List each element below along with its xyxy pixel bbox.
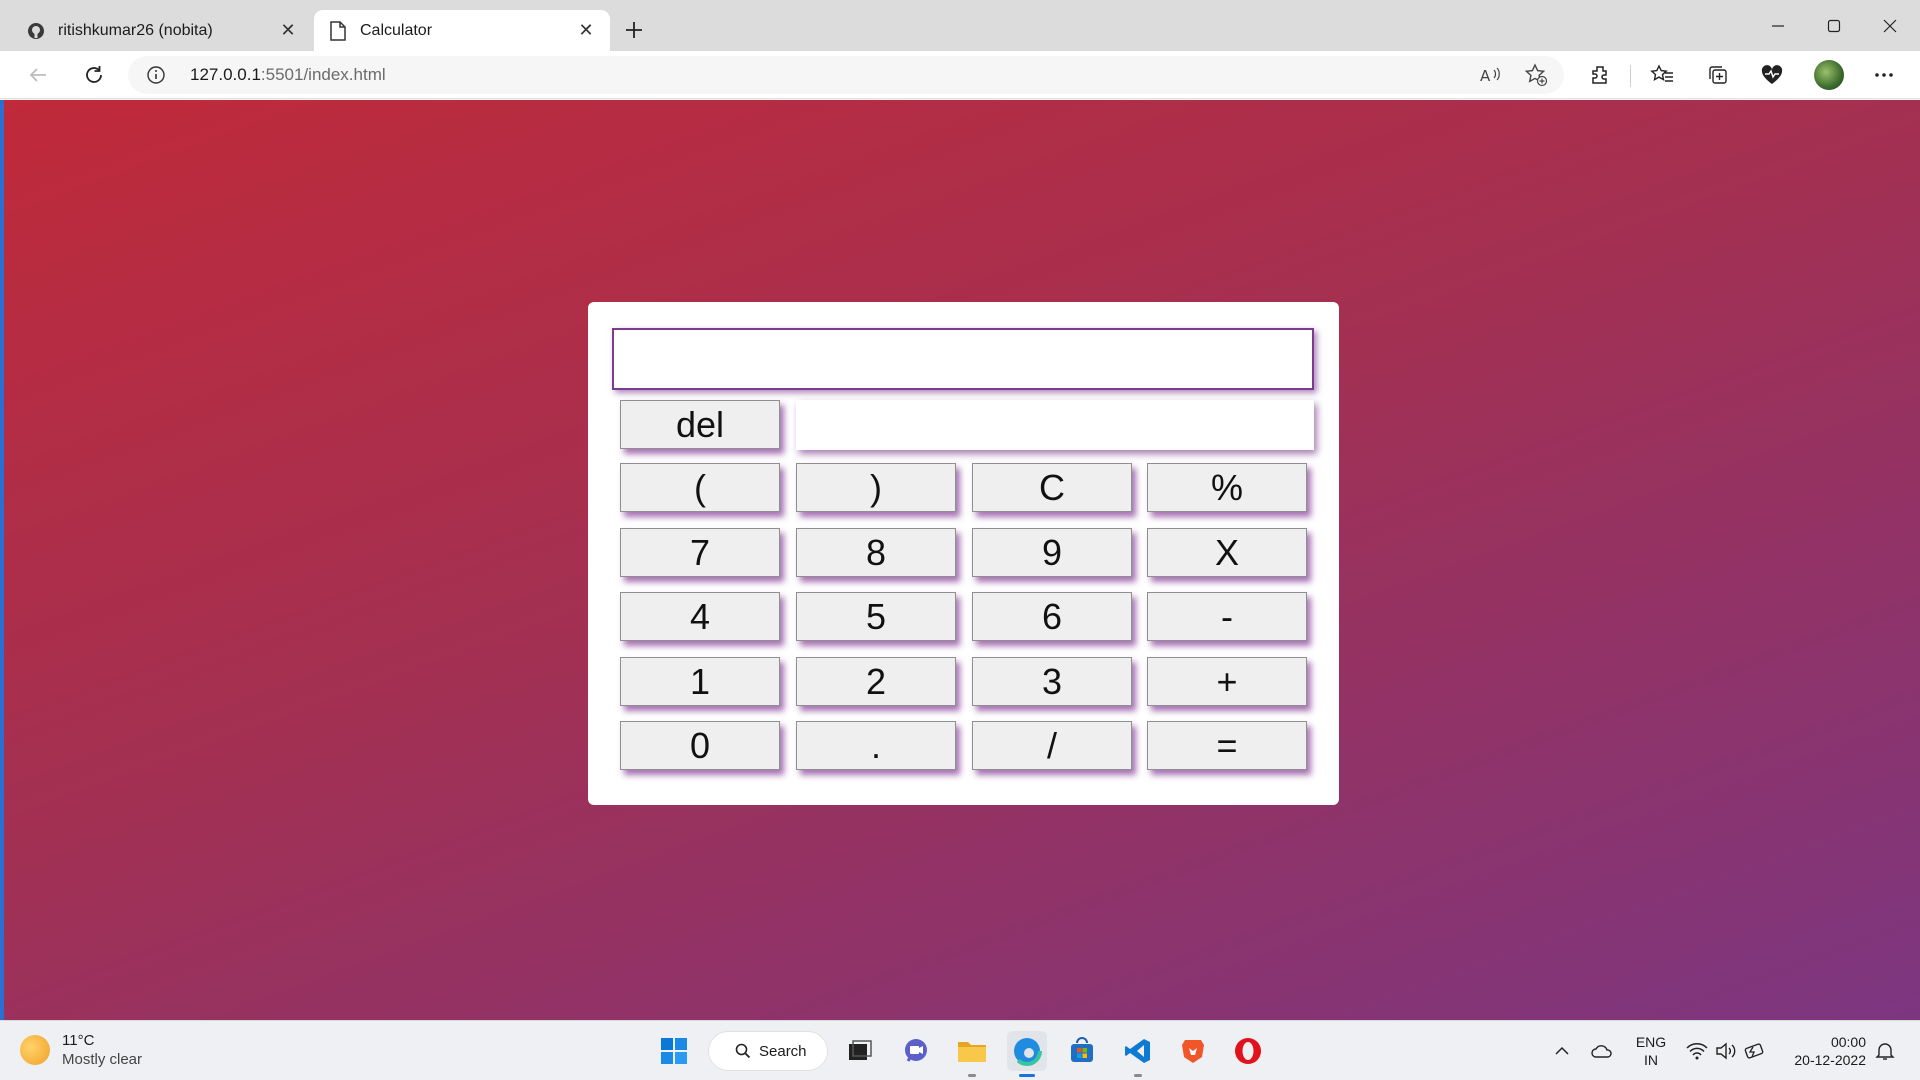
toolbar-divider: [1630, 65, 1631, 87]
language-indicator[interactable]: ENG IN: [1634, 1033, 1668, 1069]
browser-essentials-icon[interactable]: [1754, 57, 1790, 93]
more-menu-icon[interactable]: [1866, 57, 1902, 93]
task-view-icon[interactable]: [840, 1031, 880, 1071]
address-bar[interactable]: 127.0.0.1:5501/index.html A: [128, 56, 1564, 94]
close-tab-icon[interactable]: ✕: [576, 20, 596, 41]
edge-icon[interactable]: [1007, 1031, 1047, 1071]
url-host: 127.0.0.1: [190, 65, 261, 84]
key-5[interactable]: 5: [796, 592, 956, 641]
taskbar: 11°C Mostly clear Search ENG IN 00:00 20…: [0, 1020, 1920, 1080]
running-indicator: [968, 1074, 976, 1077]
del-button[interactable]: del: [620, 400, 780, 449]
clock-time: 00:00: [1830, 1034, 1866, 1050]
url-text[interactable]: 127.0.0.1:5501/index.html: [190, 65, 386, 85]
read-aloud-icon[interactable]: A: [1478, 63, 1502, 87]
weather-icon: [20, 1035, 50, 1065]
info-icon[interactable]: [146, 65, 166, 85]
key-decimal[interactable]: .: [796, 721, 956, 770]
key-1[interactable]: 1: [620, 657, 780, 706]
tab-strip: ritishkumar26 (nobita) ✕ Calculator ✕: [0, 0, 1920, 51]
key-open-paren[interactable]: (: [620, 463, 780, 512]
key-divide[interactable]: /: [972, 721, 1132, 770]
page-icon: [328, 20, 348, 41]
tab-github[interactable]: ritishkumar26 (nobita) ✕: [12, 10, 312, 51]
key-3[interactable]: 3: [972, 657, 1132, 706]
new-tab-button[interactable]: [620, 16, 648, 44]
weather-widget[interactable]: 11°C Mostly clear: [20, 1031, 142, 1069]
chat-icon[interactable]: [896, 1031, 936, 1071]
weather-condition: Mostly clear: [62, 1051, 143, 1068]
clock-date: 20-12-2022: [1794, 1052, 1866, 1068]
svg-text:A: A: [1480, 67, 1491, 85]
vscode-icon[interactable]: [1118, 1031, 1158, 1071]
key-4[interactable]: 4: [620, 592, 780, 641]
calculator-display[interactable]: [612, 328, 1314, 390]
maximize-button[interactable]: [1806, 8, 1862, 44]
store-icon[interactable]: [1062, 1031, 1102, 1071]
clock[interactable]: 00:00 20-12-2022: [1782, 1033, 1866, 1069]
browser-toolbar: 127.0.0.1:5501/index.html A: [0, 51, 1920, 99]
extensions-icon[interactable]: [1582, 57, 1618, 93]
search-icon: [735, 1043, 751, 1059]
url-path: :5501/index.html: [260, 65, 386, 84]
tab-title: Calculator: [360, 21, 433, 39]
close-tab-icon[interactable]: ✕: [278, 20, 298, 41]
volume-icon[interactable]: [1714, 1039, 1738, 1063]
taskbar-search[interactable]: Search: [708, 1031, 828, 1071]
brave-icon[interactable]: [1173, 1031, 1213, 1071]
key-7[interactable]: 7: [620, 528, 780, 577]
running-indicator: [1134, 1074, 1142, 1077]
key-6[interactable]: 6: [972, 592, 1132, 641]
key-minus[interactable]: -: [1147, 592, 1307, 641]
window-edge: [0, 100, 4, 1020]
search-label: Search: [759, 1042, 807, 1060]
calculator-history: [796, 400, 1314, 450]
battery-icon[interactable]: [1744, 1039, 1768, 1063]
add-favorite-icon[interactable]: [1524, 63, 1548, 87]
tab-title: ritishkumar26 (nobita): [58, 21, 213, 39]
close-window-button[interactable]: [1862, 8, 1918, 44]
minimize-button[interactable]: [1750, 8, 1806, 44]
language-line2: IN: [1644, 1052, 1658, 1068]
key-multiply[interactable]: X: [1147, 528, 1307, 577]
key-percent[interactable]: %: [1147, 463, 1307, 512]
wifi-icon[interactable]: [1685, 1039, 1709, 1063]
tab-calculator[interactable]: Calculator ✕: [314, 10, 610, 51]
weather-temp: 11°C: [62, 1032, 95, 1049]
opera-icon[interactable]: [1228, 1031, 1268, 1071]
start-icon[interactable]: [654, 1031, 694, 1071]
page-background: del ( ) C % 7 8 9 X 4 5 6 - 1 2 3 + 0 . …: [0, 100, 1920, 1020]
key-close-paren[interactable]: ): [796, 463, 956, 512]
back-button[interactable]: [20, 57, 56, 93]
key-equals[interactable]: =: [1147, 721, 1307, 770]
language-line1: ENG: [1635, 1034, 1667, 1050]
key-9[interactable]: 9: [972, 528, 1132, 577]
calculator-panel: del ( ) C % 7 8 9 X 4 5 6 - 1 2 3 + 0 . …: [588, 302, 1339, 805]
collections-icon[interactable]: [1700, 57, 1736, 93]
key-clear[interactable]: C: [972, 463, 1132, 512]
onedrive-icon[interactable]: [1590, 1039, 1614, 1063]
refresh-button[interactable]: [76, 57, 112, 93]
key-plus[interactable]: +: [1147, 657, 1307, 706]
profile-avatar[interactable]: [1814, 60, 1844, 90]
notifications-icon[interactable]: [1873, 1039, 1897, 1063]
key-8[interactable]: 8: [796, 528, 956, 577]
active-indicator: [1019, 1074, 1035, 1077]
github-icon: [26, 21, 46, 41]
file-explorer-icon[interactable]: [952, 1031, 992, 1071]
show-hidden-icons-icon[interactable]: [1550, 1039, 1574, 1063]
favorites-icon[interactable]: [1644, 57, 1680, 93]
key-2[interactable]: 2: [796, 657, 956, 706]
key-0[interactable]: 0: [620, 721, 780, 770]
